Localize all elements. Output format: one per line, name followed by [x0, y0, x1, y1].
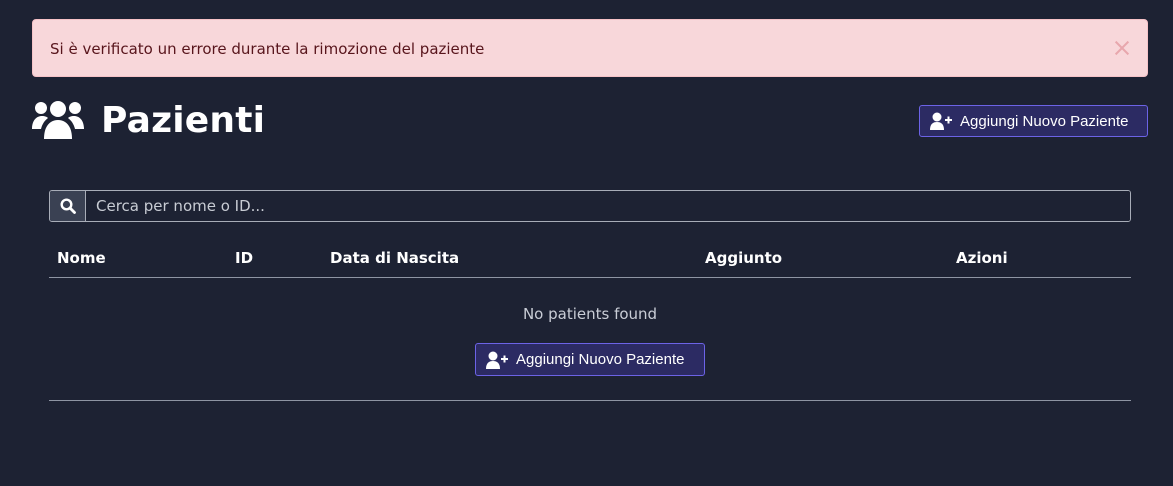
user-plus-icon — [486, 351, 508, 369]
column-header-azioni: Azioni — [956, 249, 1008, 267]
empty-add-patient-button[interactable]: Aggiungi Nuovo Paziente — [475, 343, 705, 376]
search-addon — [50, 191, 86, 221]
search-icon — [59, 198, 76, 214]
search-bar — [49, 190, 1131, 222]
column-header-data-nascita[interactable]: Data di Nascita — [330, 249, 459, 267]
page-header: Pazienti — [32, 96, 265, 144]
column-header-id[interactable]: ID — [235, 249, 253, 267]
page-title: Pazienti — [101, 99, 266, 141]
column-header-nome[interactable]: Nome — [57, 249, 106, 267]
add-patient-button-label: Aggiungi Nuovo Paziente — [960, 112, 1129, 130]
users-icon — [32, 101, 84, 139]
alert-message: Si è verificato un errore durante la rim… — [50, 40, 485, 58]
user-plus-icon — [930, 112, 952, 130]
empty-state-message: No patients found — [522, 305, 658, 323]
error-alert: Si è verificato un errore durante la rim… — [32, 19, 1148, 77]
close-icon[interactable] — [1113, 39, 1131, 57]
add-patient-button[interactable]: Aggiungi Nuovo Paziente — [919, 105, 1148, 137]
search-input[interactable] — [86, 191, 1130, 221]
table-header: Nome ID Data di Nascita Aggiunto Azioni — [49, 240, 1131, 278]
column-header-aggiunto[interactable]: Aggiunto — [705, 249, 782, 267]
table-divider — [49, 400, 1131, 401]
empty-add-patient-button-label: Aggiungi Nuovo Paziente — [516, 351, 685, 368]
